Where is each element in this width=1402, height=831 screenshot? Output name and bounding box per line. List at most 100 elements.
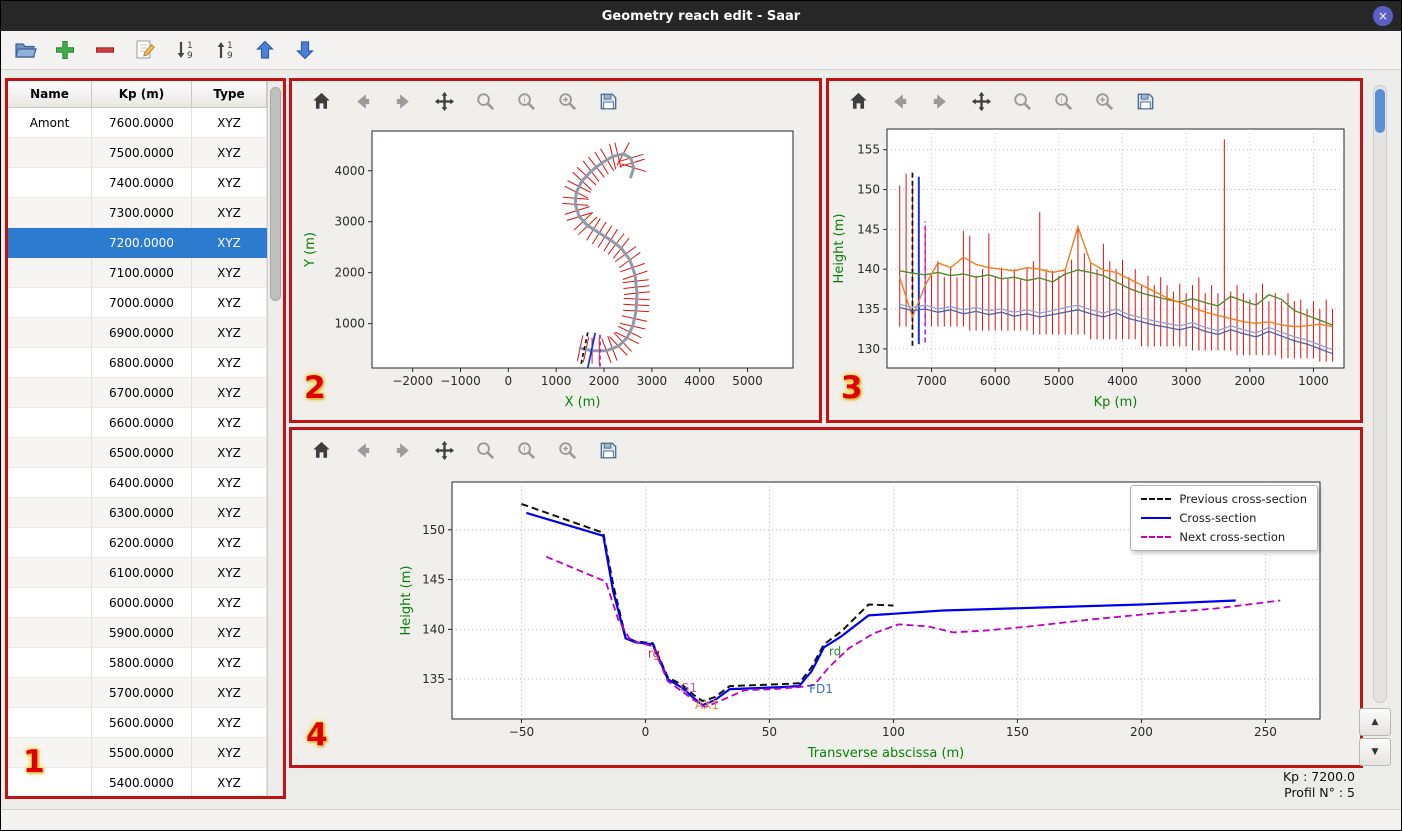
column-header-type[interactable]: Type [192, 81, 267, 107]
profile-up-button[interactable]: ▲ [1359, 708, 1391, 736]
table-row[interactable]: 5600.0000 XYZ [8, 708, 267, 738]
type-cell[interactable]: XYZ [192, 228, 267, 258]
name-cell[interactable] [8, 708, 92, 738]
table-row[interactable]: 6800.0000 XYZ [8, 348, 267, 378]
zoom-info-button[interactable]: i [513, 88, 539, 114]
add-cross-section-button[interactable] [51, 36, 79, 64]
save-button[interactable] [595, 88, 621, 114]
kp-cell[interactable]: 5800.0000 [92, 648, 192, 678]
home-button[interactable] [308, 88, 334, 114]
kp-cell[interactable]: 6800.0000 [92, 348, 192, 378]
table-row[interactable]: 6200.0000 XYZ [8, 528, 267, 558]
kp-cell[interactable]: 7100.0000 [92, 258, 192, 288]
back-button[interactable] [349, 88, 375, 114]
table-row[interactable]: 6500.0000 XYZ [8, 438, 267, 468]
sort-ascending-button[interactable]: 1 9 [171, 36, 199, 64]
pan-button[interactable] [968, 88, 994, 114]
table-row[interactable]: 7200.0000 XYZ [8, 228, 267, 258]
title-bar[interactable]: Geometry reach edit - Saar × [1, 1, 1401, 31]
table-row[interactable]: 5500.0000 XYZ [8, 738, 267, 768]
name-cell[interactable] [8, 228, 92, 258]
type-cell[interactable]: XYZ [192, 618, 267, 648]
type-cell[interactable]: XYZ [192, 648, 267, 678]
kp-cell[interactable]: 6100.0000 [92, 558, 192, 588]
kp-cell[interactable]: 7200.0000 [92, 228, 192, 258]
type-cell[interactable]: XYZ [192, 798, 267, 799]
table-row[interactable]: 5400.0000 XYZ [8, 768, 267, 796]
kp-cell[interactable]: 5900.0000 [92, 618, 192, 648]
type-cell[interactable]: XYZ [192, 438, 267, 468]
table-row[interactable]: 7100.0000 XYZ [8, 258, 267, 288]
name-cell[interactable] [8, 348, 92, 378]
name-cell[interactable] [8, 438, 92, 468]
name-cell[interactable] [8, 678, 92, 708]
save-button[interactable] [1132, 88, 1158, 114]
table-row[interactable]: 5700.0000 XYZ [8, 678, 267, 708]
zoom-area-button[interactable] [1091, 88, 1117, 114]
table-row[interactable]: 7300.0000 XYZ [8, 198, 267, 228]
type-cell[interactable]: XYZ [192, 288, 267, 318]
table-row[interactable]: 6400.0000 XYZ [8, 468, 267, 498]
name-cell[interactable] [8, 468, 92, 498]
type-cell[interactable]: XYZ [192, 318, 267, 348]
name-cell[interactable] [8, 798, 92, 799]
kp-cell[interactable]: 7300.0000 [92, 198, 192, 228]
longitudinal-profile-plot[interactable]: 7000 6000 5000 4000 3000 2000 1000 130 135 140 145… [829, 121, 1360, 420]
zoom-info-button[interactable]: i [1050, 88, 1076, 114]
type-cell[interactable]: XYZ [192, 348, 267, 378]
type-cell[interactable]: XYZ [192, 108, 267, 138]
remove-cross-section-button[interactable] [91, 36, 119, 64]
name-cell[interactable] [8, 138, 92, 168]
zoom-area-button[interactable] [554, 88, 580, 114]
name-cell[interactable]: Amont [8, 108, 92, 138]
name-cell[interactable] [8, 318, 92, 348]
type-cell[interactable]: XYZ [192, 738, 267, 768]
kp-cell[interactable]: 6500.0000 [92, 438, 192, 468]
forward-button[interactable] [390, 437, 416, 463]
name-cell[interactable] [8, 408, 92, 438]
name-cell[interactable] [8, 258, 92, 288]
kp-cell[interactable]: 6300.0000 [92, 498, 192, 528]
kp-cell[interactable]: 5400.0000 [92, 768, 192, 796]
close-button[interactable]: × [1373, 6, 1393, 26]
table-row[interactable]: 6900.0000 XYZ [8, 318, 267, 348]
table-row[interactable]: 5900.0000 XYZ [8, 618, 267, 648]
type-cell[interactable]: XYZ [192, 408, 267, 438]
type-cell[interactable]: XYZ [192, 198, 267, 228]
type-cell[interactable]: XYZ [192, 168, 267, 198]
type-cell[interactable]: XYZ [192, 708, 267, 738]
kp-cell[interactable]: 6000.0000 [92, 588, 192, 618]
name-cell[interactable] [8, 588, 92, 618]
back-button[interactable] [886, 88, 912, 114]
type-cell[interactable]: XYZ [192, 468, 267, 498]
sort-descending-button[interactable]: 1 9 [211, 36, 239, 64]
window-scrollbar[interactable] [1373, 85, 1387, 703]
type-cell[interactable]: XYZ [192, 768, 267, 796]
name-cell[interactable] [8, 198, 92, 228]
name-cell[interactable] [8, 168, 92, 198]
home-button[interactable] [308, 437, 334, 463]
kp-cell[interactable]: 5600.0000 [92, 708, 192, 738]
table-row[interactable]: 6700.0000 XYZ [8, 378, 267, 408]
kp-cell[interactable]: 6700.0000 [92, 378, 192, 408]
edit-button[interactable] [131, 36, 159, 64]
kp-cell[interactable]: 5500.0000 [92, 738, 192, 768]
zoom-area-button[interactable] [554, 437, 580, 463]
type-cell[interactable]: XYZ [192, 678, 267, 708]
table-row[interactable]: Amont 7600.0000 XYZ [8, 108, 267, 138]
save-button[interactable] [595, 437, 621, 463]
kp-cell[interactable]: 5700.0000 [92, 678, 192, 708]
kp-cell[interactable]: 6900.0000 [92, 318, 192, 348]
type-cell[interactable]: XYZ [192, 138, 267, 168]
type-cell[interactable]: XYZ [192, 378, 267, 408]
zoom-button[interactable] [472, 437, 498, 463]
kp-cell[interactable]: 7500.0000 [92, 138, 192, 168]
type-cell[interactable]: XYZ [192, 258, 267, 288]
name-cell[interactable] [8, 288, 92, 318]
move-down-button[interactable] [291, 36, 319, 64]
name-cell[interactable] [8, 498, 92, 528]
table-row[interactable]: 6300.0000 XYZ [8, 498, 267, 528]
table-scrollbar[interactable] [267, 81, 283, 796]
zoom-button[interactable] [1009, 88, 1035, 114]
zoom-button[interactable] [472, 88, 498, 114]
